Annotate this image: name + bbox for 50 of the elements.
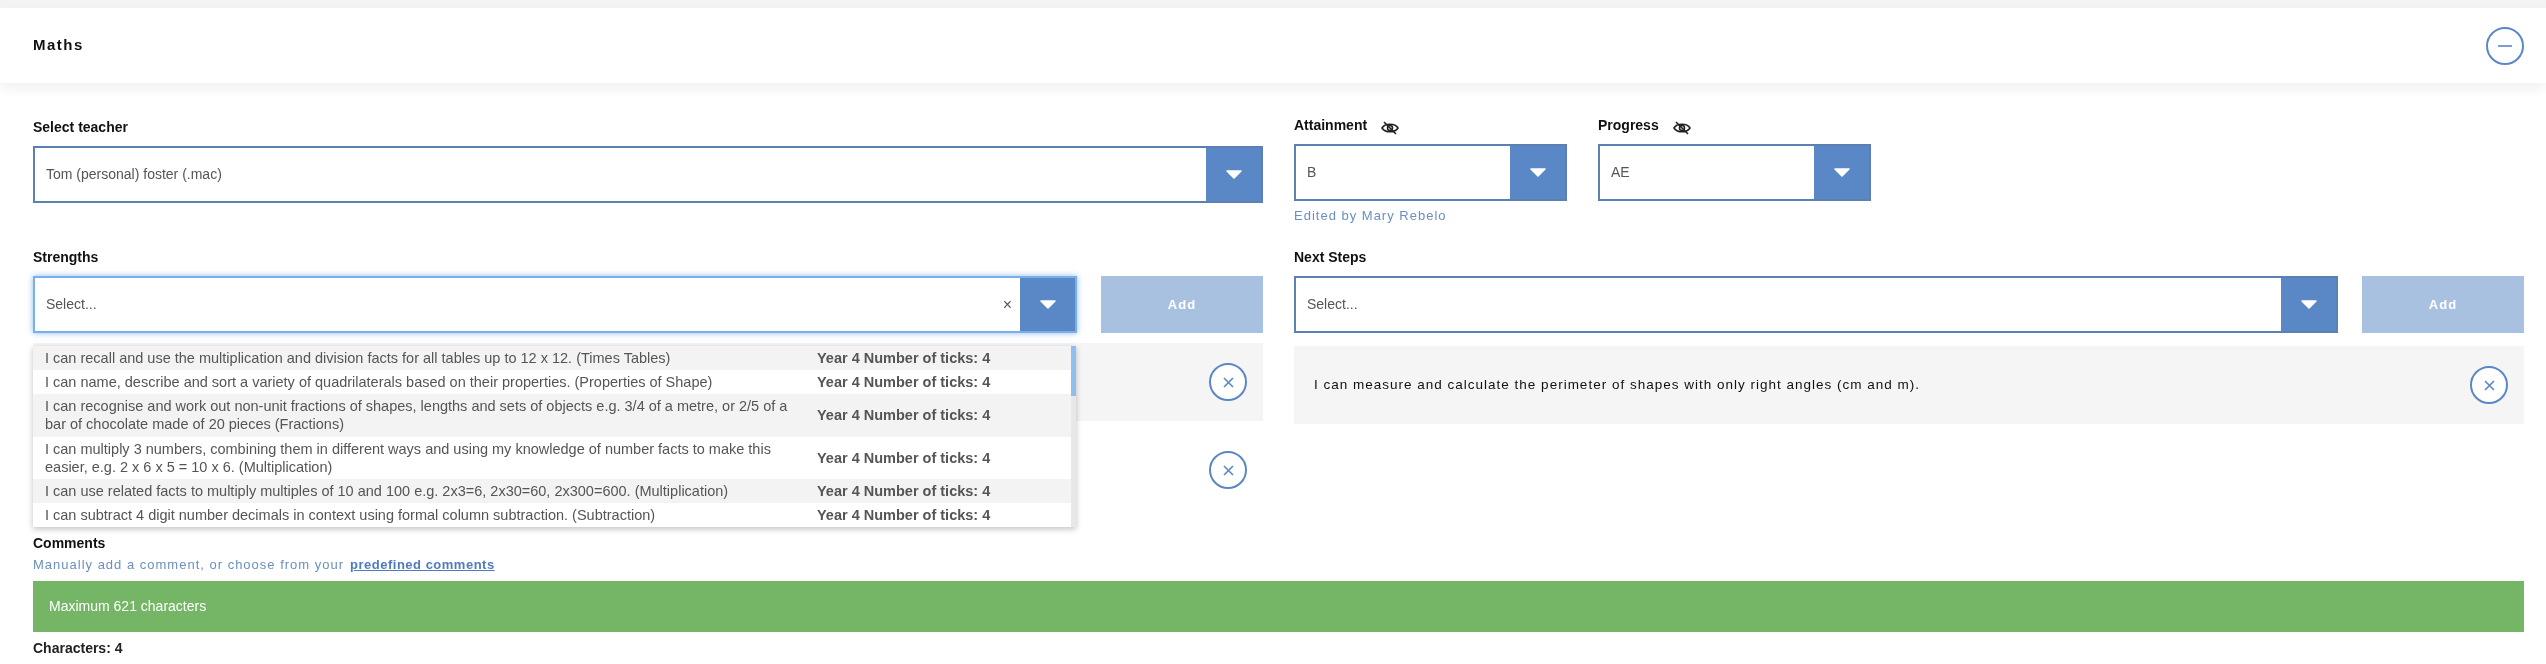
option-meta: Year 4 Number of ticks: 4 (817, 448, 991, 467)
select-value: Tom (personal) foster (.mac) (46, 165, 222, 184)
field-label: Select teacher (33, 118, 128, 137)
clear-button[interactable]: × (994, 278, 1020, 331)
option-meta: Year 4 Number of ticks: 4 (817, 349, 991, 368)
hint-text: Manually add a comment, or choose from your predefined comments (33, 556, 496, 574)
option-text[interactable]: I can name, describe and sort a variety of quadrilaterals based on their properties. (Properties of Shape) (45, 373, 790, 392)
caret-icon (1039, 300, 1056, 309)
character-count: Characters: 4 (33, 638, 123, 658)
option-text[interactable]: I can multiply 3 numbers, combining them in different ways and using my knowledge of number facts to make this easier, e.g. 2 x 6 x 5 = 10 x 6. (Multiplication) (45, 439, 790, 476)
close-icon (1222, 464, 1234, 476)
caret-icon (1225, 170, 1242, 179)
collapse-button[interactable] (2486, 26, 2524, 65)
option-text[interactable]: I can recall and use the multiplication and division facts for all tables up to 12 x 12. (Times Tables) (45, 349, 790, 368)
character-limit-banner: Maximum 621 characters (33, 580, 2524, 632)
close-icon (2483, 379, 2495, 391)
select-field[interactable]: Tom (personal) foster (.mac) (33, 146, 1263, 203)
field-label: Attainment (1294, 116, 1368, 135)
option-text[interactable]: I can recognise and work out non-unit fractions of shapes, lengths and sets of objects e.g. 3/4 of a metre, or 2/5 of a bar of chocolate made of 20 pieces (Fractions) (45, 397, 790, 434)
option-meta: Year 4 Number of ticks: 4 (817, 373, 991, 392)
remove-button[interactable] (1209, 363, 1247, 401)
select-field[interactable]: AE (1598, 144, 1871, 201)
item-text: I can measure and calculate the perimeter of shapes with only right angles (cm and m). (1314, 375, 1920, 394)
select-field[interactable]: Select... (1294, 276, 2338, 333)
select-field[interactable]: B (1294, 144, 1567, 201)
minus-icon (2498, 44, 2512, 47)
select-placeholder: Select... (46, 295, 97, 314)
predefined-comments-link[interactable]: predefined comments (350, 557, 495, 572)
remove-button[interactable] (2470, 366, 2508, 404)
field-label: Progress (1598, 116, 1659, 135)
option-meta: Year 4 Number of ticks: 4 (817, 505, 991, 524)
remove-button[interactable] (1209, 451, 1247, 489)
select-value: AE (1611, 163, 1630, 182)
field-label: Next Steps (1294, 248, 1367, 267)
section-title: Maths (33, 35, 84, 56)
option-meta: Year 4 Number of ticks: 4 (817, 406, 991, 425)
caret-icon (1529, 168, 1546, 177)
close-icon (1222, 376, 1234, 388)
option-meta: Year 4 Number of ticks: 4 (817, 481, 991, 500)
field-label: Comments (33, 534, 106, 553)
caret-icon (2300, 300, 2317, 309)
select-value: B (1307, 163, 1317, 182)
option-text[interactable]: I can subtract 4 digit number decimals in context using formal column subtraction. (Subtraction) (45, 505, 790, 524)
field-label: Strengths (33, 248, 99, 267)
caret-icon (1833, 168, 1850, 177)
select-field[interactable]: Select... × (33, 276, 1077, 333)
option-text[interactable]: I can use related facts to multiply multiples of 10 and 100 e.g. 2x3=6, 2x30=60, 2x300=600. (Multiplication) (45, 481, 790, 500)
edited-by-note: Edited by Mary Rebelo (1294, 207, 1447, 225)
scrollbar[interactable] (1071, 346, 1076, 396)
select-placeholder: Select... (1307, 295, 1358, 314)
